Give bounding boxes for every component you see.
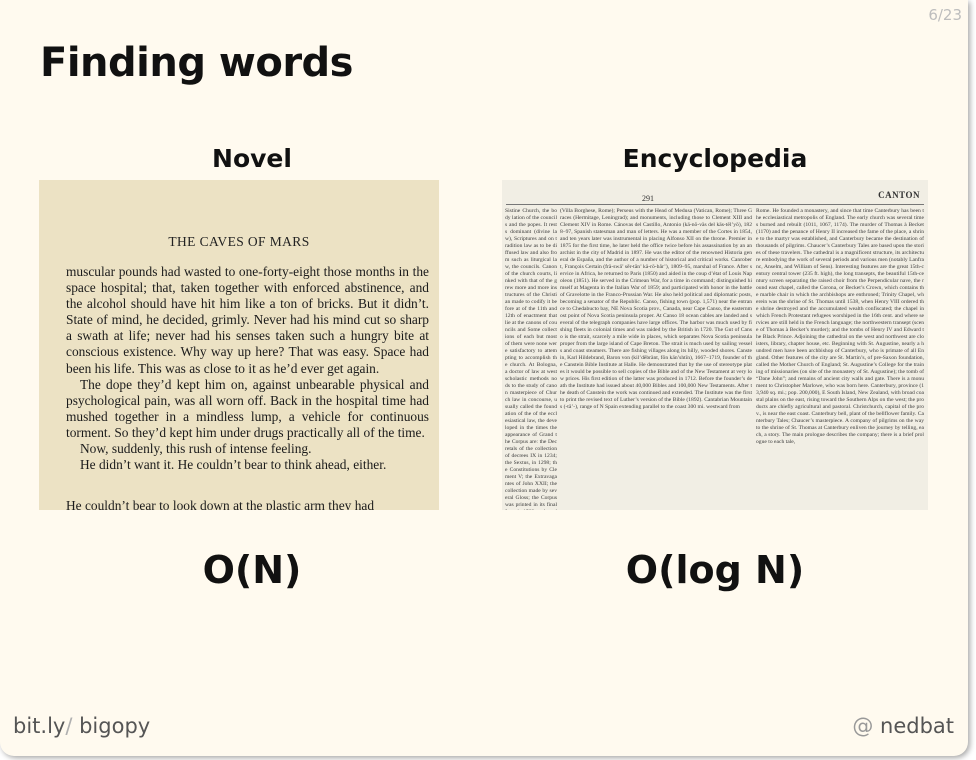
footer-twitter-handle[interactable]: @ nedbat: [852, 714, 954, 738]
footer-short-link[interactable]: bit.ly/ bigopy: [13, 714, 150, 738]
slide-number: 6/23: [928, 6, 962, 24]
novel-paragraph: He didn’t want it. He couldn’t bear to t…: [80, 457, 387, 473]
encyclopedia-column-2: (Villa Borghese, Rome); Perseus with the…: [560, 208, 752, 410]
encyclopedia-page-image: 291 CANTON Sistine Church, the body lati…: [502, 180, 928, 510]
novel-cut-line: He couldn’t bear to look down at the pla…: [66, 498, 375, 510]
encyclopedia-heading: Encyclopedia: [622, 144, 808, 173]
slide-title: Finding words: [40, 40, 354, 86]
novel-page-image: THE CAVES OF MARS muscular pounds had wa…: [39, 180, 439, 510]
novel-paragraph: muscular pounds had wasted to one-forty-…: [66, 264, 429, 376]
novel-page-title: THE CAVES OF MARS: [168, 234, 310, 249]
novel-paragraph: Now, suddenly, this rush of intense feel…: [80, 441, 312, 457]
slide: 6/23 Finding words Novel Encyclopedia TH…: [0, 0, 968, 756]
novel-paragraph: The dope they’d kept him on, against unb…: [66, 376, 429, 440]
link-host: bit.ly: [13, 714, 66, 738]
encyclopedia-page-number: 291: [642, 194, 654, 203]
novel-page-text: muscular pounds had wasted to one-forty-…: [66, 264, 429, 473]
link-path: bigopy: [72, 714, 151, 738]
at-sign: @: [852, 714, 874, 738]
novel-heading: Novel: [212, 144, 292, 173]
encyclopedia-running-header: CANTON: [878, 190, 920, 200]
encyclopedia-header-rule: [506, 204, 924, 205]
encyclopedia-complexity: O(log N): [625, 548, 805, 592]
handle-name: nedbat: [873, 714, 954, 738]
novel-complexity: O(N): [202, 548, 302, 592]
encyclopedia-column-1: Sistine Church, the body lation of the c…: [505, 208, 557, 510]
encyclopedia-column-3: Rome. He founded a monastery, and since …: [756, 208, 924, 445]
